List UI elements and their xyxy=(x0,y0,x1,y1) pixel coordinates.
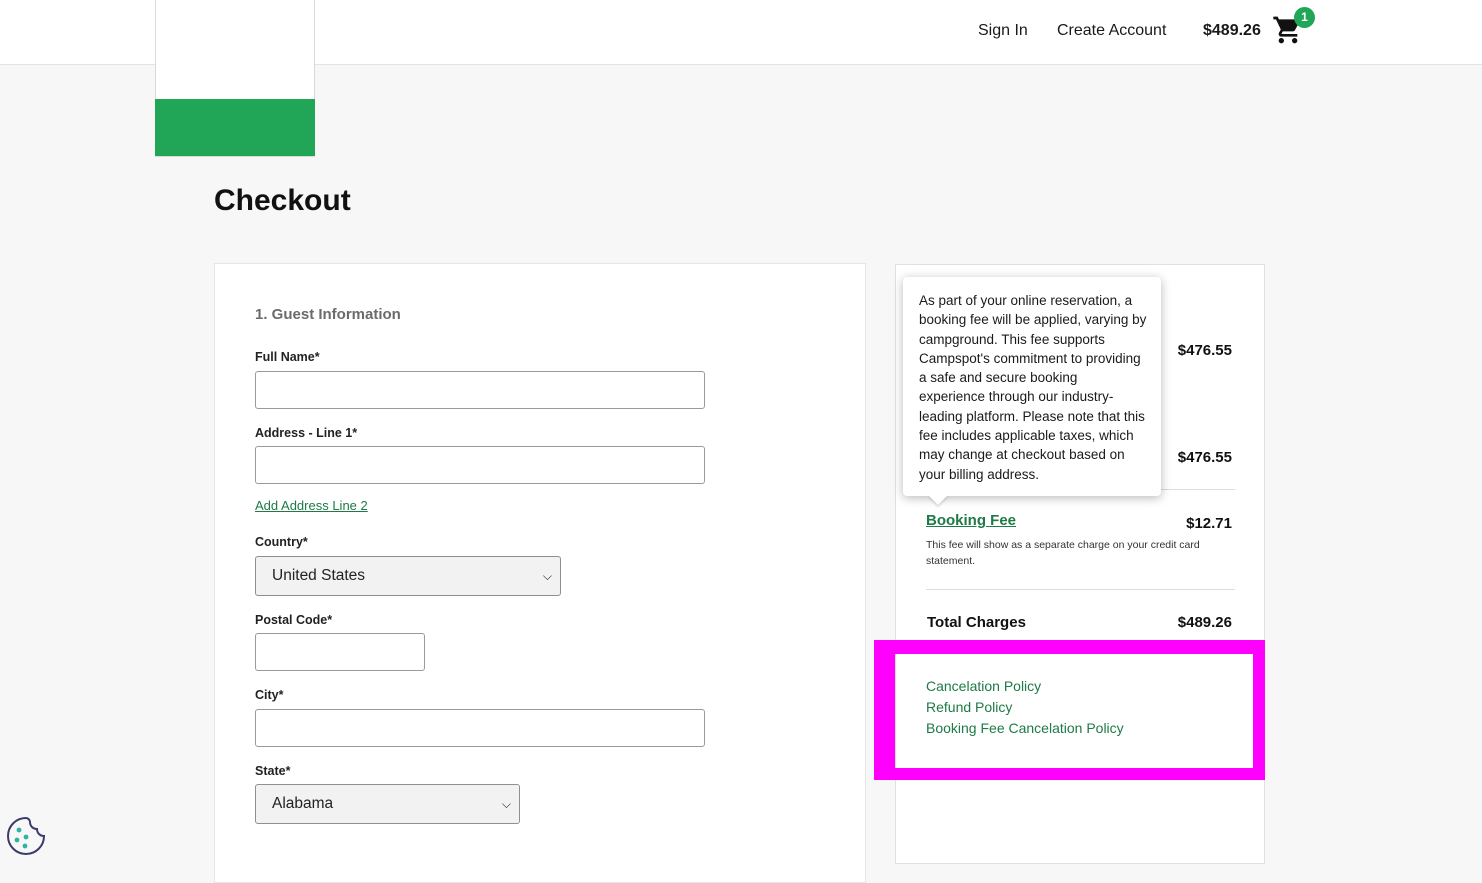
logo-green-band xyxy=(155,99,315,156)
site-logo[interactable] xyxy=(155,0,315,157)
tooltip-arrow xyxy=(928,495,948,505)
state-select[interactable]: Alabama ⌵ xyxy=(255,784,520,824)
chevron-down-icon: ⌵ xyxy=(501,797,511,811)
address-line1-label: Address - Line 1* xyxy=(255,426,358,440)
subtotal-price: $476.55 xyxy=(1177,342,1232,359)
add-address-line2-link[interactable]: Add Address Line 2 xyxy=(255,498,368,513)
city-label: City* xyxy=(255,688,284,702)
cart-count-badge: 1 xyxy=(1294,7,1315,28)
address-line1-input[interactable] xyxy=(255,446,705,484)
full-name-label: Full Name* xyxy=(255,350,320,364)
chevron-down-icon: ⌵ xyxy=(542,569,552,583)
cookie-icon[interactable] xyxy=(5,815,47,857)
booking-fee-cancelation-policy-link[interactable]: Booking Fee Cancelation Policy xyxy=(926,720,1124,736)
state-selected-value: Alabama xyxy=(272,795,334,812)
cancelation-policy-link[interactable]: Cancelation Policy xyxy=(926,678,1041,694)
total-charges-value: $489.26 xyxy=(1177,614,1232,631)
postal-code-label: Postal Code* xyxy=(255,613,333,627)
full-name-input[interactable] xyxy=(255,371,705,409)
state-label: State* xyxy=(255,764,291,778)
cart-total[interactable]: $489.26 xyxy=(1203,22,1261,40)
tooltip-text: As part of your online reservation, a bo… xyxy=(919,293,1147,482)
page-title: Checkout xyxy=(214,184,351,217)
sign-in-link[interactable]: Sign In xyxy=(978,22,1028,40)
create-account-link[interactable]: Create Account xyxy=(1057,22,1166,40)
city-input[interactable] xyxy=(255,709,705,747)
stay-total-price: $476.55 xyxy=(1177,449,1232,466)
country-selected-value: United States xyxy=(272,567,366,584)
total-charges-label: Total Charges xyxy=(927,614,1026,631)
postal-code-input[interactable] xyxy=(255,633,425,671)
booking-fee-tooltip: As part of your online reservation, a bo… xyxy=(903,277,1161,505)
section-title: 1. Guest Information xyxy=(255,306,401,323)
booking-fee-note: This fee will show as a separate charge … xyxy=(926,539,1200,567)
divider xyxy=(926,589,1235,590)
booking-fee-link[interactable]: Booking Fee xyxy=(926,512,1016,529)
booking-fee-price: $12.71 xyxy=(1186,515,1232,532)
country-select[interactable]: United States ⌵ xyxy=(255,556,561,596)
refund-policy-link[interactable]: Refund Policy xyxy=(926,699,1012,715)
guest-information-card: 1. Guest Information Full Name* Address … xyxy=(214,263,866,883)
country-label: Country* xyxy=(255,535,308,549)
